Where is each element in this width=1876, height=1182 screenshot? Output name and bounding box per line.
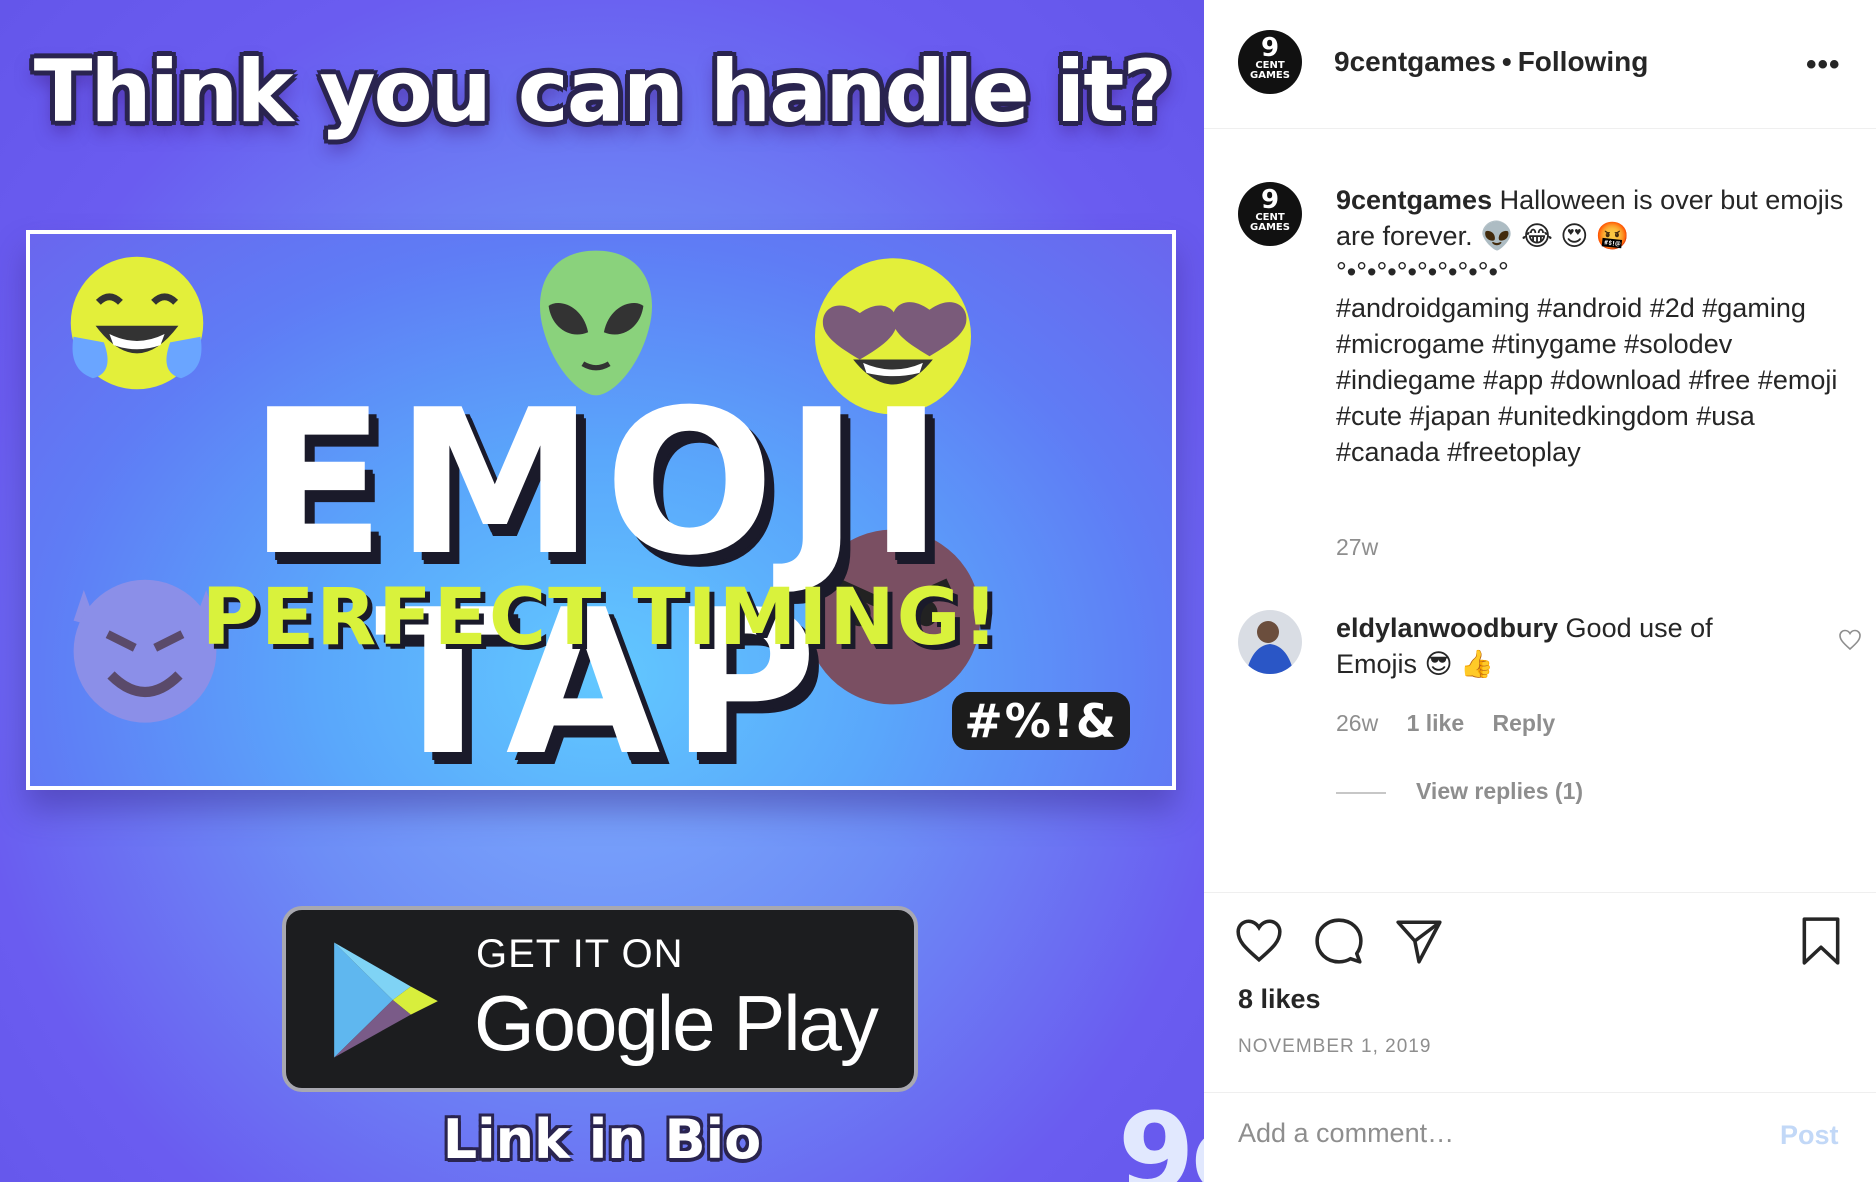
comment-bubble-icon[interactable] [1314, 916, 1364, 966]
view-replies-button[interactable]: View replies (1) [1336, 778, 1583, 805]
google-play-icon [334, 942, 438, 1058]
curse-symbols-label: #%!& [952, 692, 1130, 750]
comment-likes[interactable]: 1 like [1407, 710, 1465, 736]
badge-line2: Google Play [474, 979, 879, 1067]
likes-count[interactable]: 8 likes [1238, 984, 1321, 1015]
caption-hashtags[interactable]: #androidgaming #android #2d #gaming #mic… [1336, 293, 1837, 467]
emoji-tap-banner: EMOJI TAP PERFECT TIMING! #%!& [26, 230, 1176, 790]
post-side-panel: 9 CENT GAMES 9centgames • Following ••• 9 … [1204, 0, 1876, 1182]
add-comment-input[interactable] [1238, 1118, 1758, 1149]
actions-divider [1204, 892, 1876, 893]
save-bookmark-icon[interactable] [1796, 916, 1846, 966]
comment-body: eldylanwoodbury Good use of Emojis 😎 👍 [1336, 610, 1796, 682]
badge-line1: GET IT ON [476, 932, 684, 976]
comment-like-heart-icon[interactable] [1838, 628, 1862, 652]
post-image[interactable]: Think you can handle it? EMOJI TAP PERFE… [0, 0, 1204, 1182]
header-divider [1204, 128, 1876, 129]
post-comment-button[interactable]: Post [1780, 1120, 1839, 1151]
banner-subtitle: PERFECT TIMING! [201, 573, 1001, 663]
caption-username[interactable]: 9centgames [1336, 185, 1492, 215]
image-headline: Think you can handle it? [33, 42, 1172, 142]
header-username[interactable]: 9centgames [1334, 46, 1496, 77]
caption-dots: °•°•°•°•°•°•°•°•° [1336, 257, 1509, 287]
like-heart-icon[interactable] [1234, 916, 1284, 966]
more-options-icon[interactable]: ••• [1806, 48, 1841, 82]
comment-username[interactable]: eldylanwoodbury [1336, 613, 1558, 643]
following-button[interactable]: Following [1518, 46, 1649, 77]
watermark-logo: 9¢ [1118, 1089, 1204, 1182]
comment-meta: 26w 1 like Reply [1336, 710, 1577, 737]
comment-time[interactable]: 26w [1336, 710, 1378, 736]
post-header: 9centgames • Following [1334, 46, 1648, 78]
comment-reply-button[interactable]: Reply [1493, 710, 1556, 736]
replies-line [1336, 791, 1386, 794]
caption-avatar[interactable]: 9 CENT GAMES [1238, 182, 1302, 246]
comment-input-divider [1204, 1092, 1876, 1093]
post-date: NOVEMBER 1, 2019 [1238, 1036, 1432, 1057]
share-paper-plane-icon[interactable] [1394, 916, 1444, 966]
google-play-badge[interactable]: GET IT ON Google Play [282, 906, 918, 1092]
view-replies-label: View replies (1) [1416, 778, 1584, 804]
header-avatar[interactable]: 9 CENT GAMES [1238, 30, 1302, 94]
laughing-tears-emoji-icon [68, 254, 206, 392]
link-in-bio-text: Link in Bio [442, 1108, 762, 1171]
commenter-avatar[interactable] [1238, 610, 1302, 674]
separator-dot: • [1501, 46, 1512, 77]
caption-time[interactable]: 27w [1336, 534, 1378, 561]
post-caption: 9centgames Halloween is over but emojis … [1336, 182, 1856, 470]
